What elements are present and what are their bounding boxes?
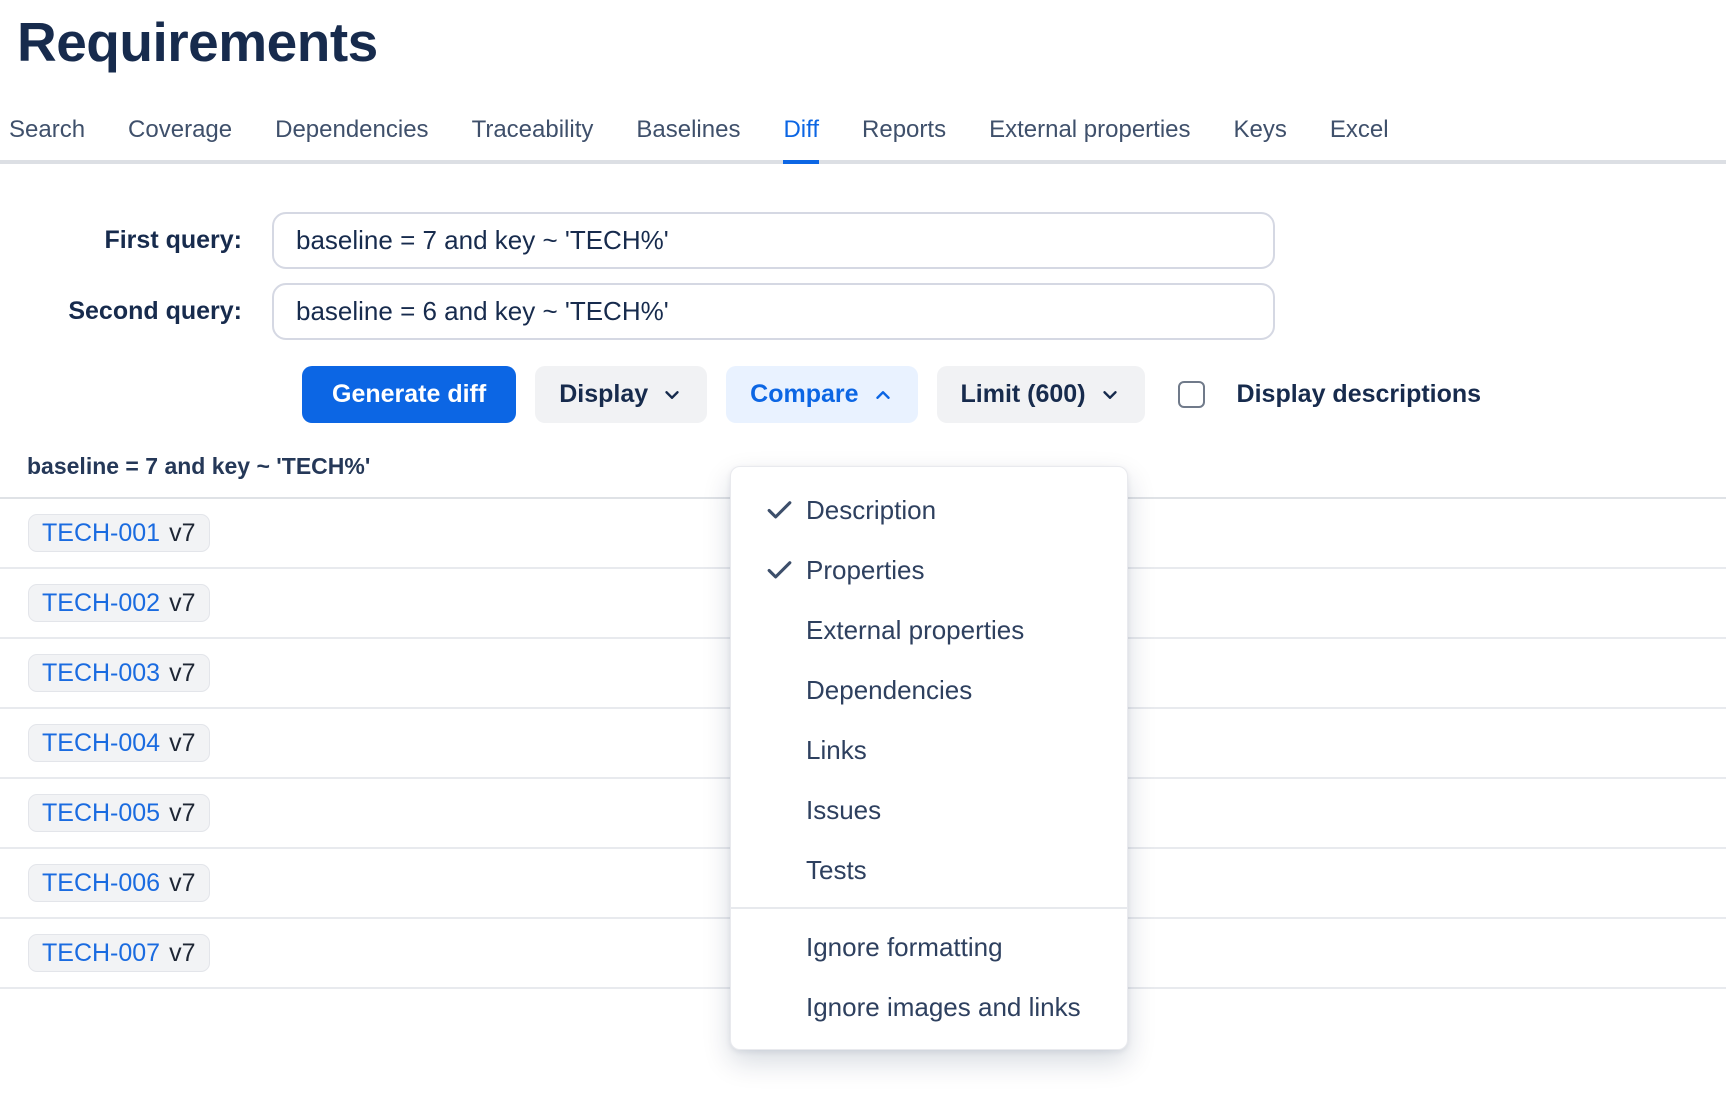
requirement-key-link[interactable]: TECH-004	[42, 727, 160, 759]
requirement-key-link[interactable]: TECH-002	[42, 587, 160, 619]
menu-item-description[interactable]: Description	[731, 480, 1127, 540]
compare-dropdown-menu: Description Properties External properti…	[730, 466, 1128, 1050]
second-query-input[interactable]	[272, 283, 1275, 340]
requirement-version: v7	[169, 587, 195, 619]
menu-item-ignore-formatting[interactable]: Ignore formatting	[731, 917, 1127, 977]
requirement-version: v7	[169, 657, 195, 689]
check-icon	[764, 495, 795, 526]
requirement-badge: TECH-001 v7	[28, 514, 210, 552]
requirement-key-link[interactable]: TECH-007	[42, 937, 160, 969]
menu-item-ignore-images-and-links[interactable]: Ignore images and links	[731, 977, 1127, 1037]
tab-baselines[interactable]: Baselines	[636, 116, 740, 160]
diff-query-form: First query: Second query:	[0, 212, 1726, 340]
requirement-badge: TECH-002 v7	[28, 584, 210, 622]
requirement-badge: TECH-003 v7	[28, 654, 210, 692]
tab-keys[interactable]: Keys	[1234, 116, 1287, 160]
first-query-label: First query:	[0, 226, 272, 255]
check-icon	[764, 555, 795, 586]
requirement-key-link[interactable]: TECH-001	[42, 517, 160, 549]
actions-row: Generate diff Display Compare Limit (600…	[302, 366, 1726, 423]
menu-item-dependencies[interactable]: Dependencies	[731, 660, 1127, 720]
chevron-down-icon	[661, 384, 683, 406]
display-descriptions-checkbox[interactable]	[1178, 381, 1205, 408]
menu-item-tests[interactable]: Tests	[731, 840, 1127, 900]
requirements-page: Requirements Search Coverage Dependencie…	[0, 6, 1726, 1096]
second-query-label: Second query:	[0, 297, 272, 326]
menu-item-links[interactable]: Links	[731, 720, 1127, 780]
requirement-badge: TECH-007 v7	[28, 934, 210, 972]
menu-item-properties[interactable]: Properties	[731, 540, 1127, 600]
tab-diff[interactable]: Diff	[783, 116, 819, 164]
display-dropdown-button[interactable]: Display	[535, 366, 707, 423]
compare-dropdown-button[interactable]: Compare	[726, 366, 917, 423]
first-query-input[interactable]	[272, 212, 1275, 269]
requirement-badge: TECH-006 v7	[28, 864, 210, 902]
chevron-down-icon	[1099, 384, 1121, 406]
tab-search[interactable]: Search	[9, 116, 85, 160]
display-descriptions-label: Display descriptions	[1237, 380, 1482, 409]
requirement-version: v7	[169, 727, 195, 759]
generate-diff-button[interactable]: Generate diff	[302, 366, 516, 423]
tab-dependencies[interactable]: Dependencies	[275, 116, 428, 160]
requirement-version: v7	[169, 797, 195, 829]
menu-item-external-properties[interactable]: External properties	[731, 600, 1127, 660]
requirement-badge: TECH-005 v7	[28, 794, 210, 832]
page-title: Requirements	[17, 6, 1726, 78]
requirement-key-link[interactable]: TECH-006	[42, 867, 160, 899]
tab-coverage[interactable]: Coverage	[128, 116, 232, 160]
tab-traceability[interactable]: Traceability	[472, 116, 594, 160]
tab-reports[interactable]: Reports	[862, 116, 946, 160]
requirement-key-link[interactable]: TECH-003	[42, 657, 160, 689]
limit-dropdown-button[interactable]: Limit (600)	[937, 366, 1145, 423]
tab-external-properties[interactable]: External properties	[989, 116, 1190, 160]
requirement-version: v7	[169, 517, 195, 549]
tab-excel[interactable]: Excel	[1330, 116, 1389, 160]
menu-separator	[731, 907, 1127, 909]
requirement-badge: TECH-004 v7	[28, 724, 210, 762]
menu-item-issues[interactable]: Issues	[731, 780, 1127, 840]
tab-bar: Search Coverage Dependencies Traceabilit…	[0, 116, 1726, 164]
requirement-version: v7	[169, 937, 195, 969]
requirement-version: v7	[169, 867, 195, 899]
requirement-key-link[interactable]: TECH-005	[42, 797, 160, 829]
chevron-up-icon	[872, 384, 894, 406]
